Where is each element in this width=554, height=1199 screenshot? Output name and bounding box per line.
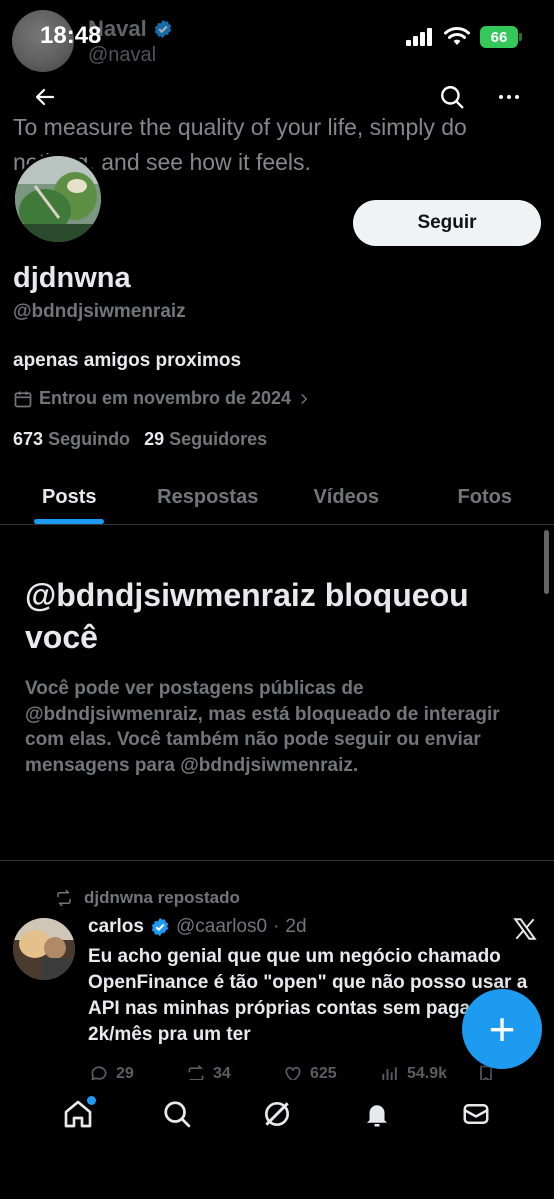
followers-link[interactable]: 29 Seguidores <box>144 429 267 450</box>
verified-icon <box>153 19 173 39</box>
followers-label: Seguidores <box>169 429 268 449</box>
divider <box>0 860 554 861</box>
signal-icon <box>406 28 434 46</box>
notifications-icon <box>366 1105 387 1127</box>
follow-button[interactable]: Seguir <box>353 200 541 246</box>
post-time[interactable]: 2d <box>285 916 306 938</box>
compose-button[interactable]: + <box>462 989 542 1069</box>
following-link[interactable]: 673 Seguindo <box>13 429 130 450</box>
display-name: djdnwna <box>13 262 131 294</box>
repost-icon <box>57 889 71 907</box>
blocked-title: @bdndjsiwmenraiz bloqueou você <box>25 577 469 655</box>
explore-icon <box>164 1101 191 1128</box>
more-icon <box>499 95 519 99</box>
tab-photos[interactable]: Fotos <box>416 470 554 524</box>
followers-count: 29 <box>144 429 165 449</box>
back-arrow-icon <box>35 88 55 106</box>
tab-videos[interactable]: Vídeos <box>277 470 416 524</box>
grok-icon <box>264 1102 289 1126</box>
chevron-right-icon[interactable] <box>297 392 311 406</box>
search-icon <box>441 86 464 109</box>
messages-icon <box>463 1104 489 1124</box>
x-logo-icon <box>512 916 538 942</box>
post-author[interactable]: carlos <box>88 916 144 938</box>
status-time: 18:48 <box>40 22 102 49</box>
profile-handle: @bdndjsiwmenraiz <box>13 301 186 322</box>
following-count: 673 <box>13 429 44 449</box>
nav-grok[interactable] <box>257 1094 297 1134</box>
post-handle[interactable]: @caarlos0 <box>176 916 267 938</box>
tab-replies[interactable]: Respostas <box>139 470 278 524</box>
nav-notifications[interactable] <box>357 1094 397 1134</box>
nav-home[interactable] <box>58 1094 98 1134</box>
profile-tabs: Posts Respostas Vídeos Fotos <box>0 470 554 525</box>
nav-messages[interactable] <box>456 1094 496 1134</box>
joined-text: Entrou em novembro de 2024 <box>39 388 292 408</box>
status-icons: 66 <box>406 26 522 48</box>
tab-videos-label: Vídeos <box>313 485 380 508</box>
avatar[interactable] <box>12 153 104 245</box>
post-header: carlos @caarlos0 · 2d <box>88 916 307 938</box>
repost-indicator: djdnwna repostado <box>54 888 240 908</box>
calendar-icon <box>14 391 32 407</box>
post-avatar[interactable] <box>13 918 75 980</box>
wifi-icon <box>444 27 470 47</box>
follow-stats: 673 Seguindo 29 Seguidores <box>13 429 267 450</box>
scrollbar[interactable] <box>544 530 549 594</box>
tab-replies-label: Respostas <box>157 485 259 508</box>
repost-label: djdnwna repostado <box>84 888 240 907</box>
notification-dot <box>86 1096 96 1105</box>
avatar-photo <box>15 156 101 242</box>
nav-explore[interactable] <box>157 1094 197 1134</box>
tab-photos-label: Fotos <box>457 485 512 508</box>
tab-posts[interactable]: Posts <box>0 470 139 524</box>
profile-bio: apenas amigos proximos <box>13 350 242 371</box>
bottom-nav <box>0 1094 554 1134</box>
following-label: Seguindo <box>48 429 131 449</box>
compose-plus-icon: + <box>488 1003 516 1055</box>
tab-posts-label: Posts <box>42 485 97 508</box>
joined-date: Entrou em novembro de 2024 <box>13 388 311 409</box>
battery-level: 66 <box>490 28 508 46</box>
post-separator: · <box>273 916 280 937</box>
verified-icon <box>150 917 170 937</box>
battery-icon: 66 <box>480 26 522 48</box>
blocked-description: Você pode ver postagens públicas de @bdn… <box>25 678 500 776</box>
post-avatar-photo <box>13 918 75 980</box>
